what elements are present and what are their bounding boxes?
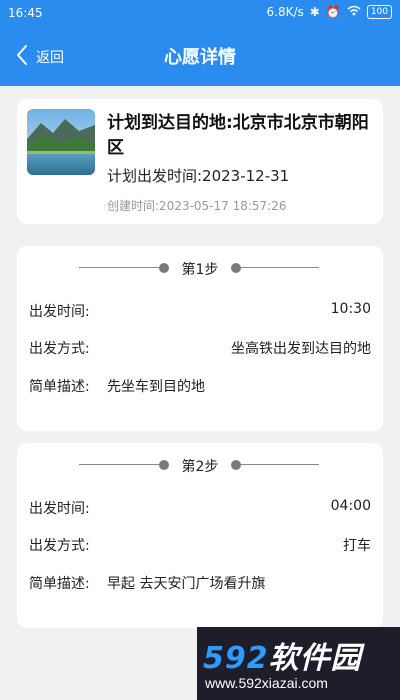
depart-mode-label: 出发方式: [29, 538, 90, 554]
alarm-icon: ⏰ [325, 5, 341, 19]
status-icons: 6.8K/s ✱ ⏰ 100 [267, 5, 392, 19]
step-header: 第1步 [17, 258, 383, 278]
watermark-logo: 592软件园 www.592xiazai.com [197, 627, 400, 700]
network-speed: 6.8K/s [266, 5, 304, 19]
step-card: 第1步 出发时间: 10:30 出发方式: 坐高铁出发到达目的地 简单描述: 先… [17, 246, 383, 431]
depart-time-value: 10:30 [330, 301, 371, 317]
dot-icon [231, 460, 241, 470]
watermark-number: 592 [203, 641, 269, 676]
battery-icon: 100 [366, 5, 392, 19]
wish-destination-title: 计划到达目的地:北京市北京市朝阳区 [107, 113, 369, 158]
wish-created-time: 创建时间:2023-05-17 18:57:26 [107, 199, 287, 213]
bluetooth-icon: ✱ [309, 5, 320, 19]
wish-summary-card: 计划到达目的地:北京市北京市朝阳区 计划出发时间:2023-12-31 创建时间… [17, 99, 383, 224]
dot-icon [231, 263, 241, 273]
step-label: 第2步 [181, 459, 219, 475]
destination-thumbnail [27, 109, 95, 175]
step-card: 第2步 出发时间: 04:00 出发方式: 打车 简单描述: 早起 去天安门广场… [17, 443, 383, 628]
depart-time-label: 出发时间: [29, 501, 90, 517]
description-value: 早起 去天安门广场看升旗 [107, 576, 266, 592]
wish-planned-date: 计划出发时间:2023-12-31 [107, 167, 290, 185]
watermark-title: 592软件园 [203, 633, 362, 677]
step-header: 第2步 [17, 455, 383, 475]
depart-mode-value: 坐高铁出发到达目的地 [231, 341, 371, 357]
watermark-text: 软件园 [268, 641, 362, 676]
depart-time-label: 出发时间: [29, 304, 90, 320]
watermark-url: www.592xiazai.com [205, 675, 328, 691]
description-label: 简单描述: [29, 379, 90, 395]
divider-line [239, 267, 319, 268]
depart-time-value: 04:00 [330, 498, 371, 514]
step-label: 第1步 [181, 262, 219, 278]
description-value: 先坐车到目的地 [107, 379, 205, 395]
depart-mode-value: 打车 [343, 538, 371, 554]
status-bar: 16:45 6.8K/s ✱ ⏰ 100 [0, 0, 400, 26]
divider-line [239, 464, 319, 465]
description-label: 简单描述: [29, 576, 90, 592]
wifi-icon [347, 5, 361, 19]
status-time: 16:45 [8, 6, 43, 20]
nav-bar: 返回 心愿详情 [0, 26, 400, 86]
page-title: 心愿详情 [164, 47, 236, 68]
depart-mode-label: 出发方式: [29, 341, 90, 357]
